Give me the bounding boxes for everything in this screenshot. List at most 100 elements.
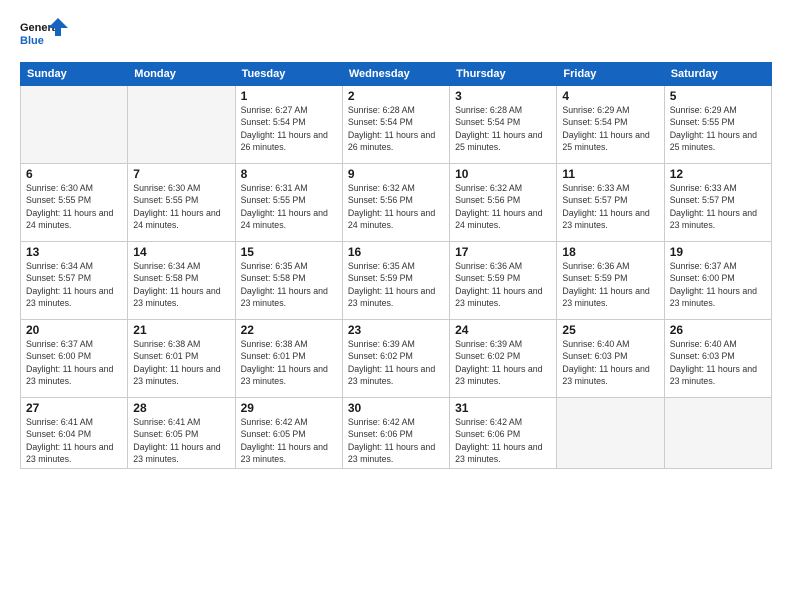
calendar-cell: 7 Sunrise: 6:30 AMSunset: 5:55 PMDayligh… (128, 164, 235, 242)
day-number: 21 (133, 323, 229, 337)
day-info: Sunrise: 6:41 AMSunset: 6:04 PMDaylight:… (26, 417, 113, 464)
calendar-cell (128, 86, 235, 164)
day-number: 24 (455, 323, 551, 337)
day-number: 18 (562, 245, 658, 259)
calendar-cell: 17 Sunrise: 6:36 AMSunset: 5:59 PMDaylig… (450, 242, 557, 320)
day-number: 29 (241, 401, 337, 415)
day-info: Sunrise: 6:41 AMSunset: 6:05 PMDaylight:… (133, 417, 220, 464)
header-wednesday: Wednesday (342, 63, 449, 86)
day-number: 4 (562, 89, 658, 103)
day-info: Sunrise: 6:32 AMSunset: 5:56 PMDaylight:… (348, 183, 435, 230)
day-info: Sunrise: 6:28 AMSunset: 5:54 PMDaylight:… (455, 105, 542, 152)
day-number: 7 (133, 167, 229, 181)
day-number: 14 (133, 245, 229, 259)
day-info: Sunrise: 6:33 AMSunset: 5:57 PMDaylight:… (562, 183, 649, 230)
calendar-cell: 1 Sunrise: 6:27 AMSunset: 5:54 PMDayligh… (235, 86, 342, 164)
day-info: Sunrise: 6:35 AMSunset: 5:58 PMDaylight:… (241, 261, 328, 308)
day-number: 22 (241, 323, 337, 337)
day-info: Sunrise: 6:39 AMSunset: 6:02 PMDaylight:… (348, 339, 435, 386)
day-number: 17 (455, 245, 551, 259)
day-number: 6 (26, 167, 122, 181)
calendar-cell: 29 Sunrise: 6:42 AMSunset: 6:05 PMDaylig… (235, 398, 342, 469)
calendar-cell: 16 Sunrise: 6:35 AMSunset: 5:59 PMDaylig… (342, 242, 449, 320)
day-info: Sunrise: 6:34 AMSunset: 5:57 PMDaylight:… (26, 261, 113, 308)
day-info: Sunrise: 6:29 AMSunset: 5:54 PMDaylight:… (562, 105, 649, 152)
day-number: 30 (348, 401, 444, 415)
day-number: 15 (241, 245, 337, 259)
svg-text:Blue: Blue (20, 35, 44, 47)
calendar-cell: 4 Sunrise: 6:29 AMSunset: 5:54 PMDayligh… (557, 86, 664, 164)
day-number: 8 (241, 167, 337, 181)
day-info: Sunrise: 6:36 AMSunset: 5:59 PMDaylight:… (455, 261, 542, 308)
calendar-cell: 8 Sunrise: 6:31 AMSunset: 5:55 PMDayligh… (235, 164, 342, 242)
calendar-cell: 23 Sunrise: 6:39 AMSunset: 6:02 PMDaylig… (342, 320, 449, 398)
day-info: Sunrise: 6:31 AMSunset: 5:55 PMDaylight:… (241, 183, 328, 230)
day-number: 1 (241, 89, 337, 103)
header-thursday: Thursday (450, 63, 557, 86)
day-info: Sunrise: 6:37 AMSunset: 6:00 PMDaylight:… (670, 261, 757, 308)
day-number: 20 (26, 323, 122, 337)
day-number: 31 (455, 401, 551, 415)
calendar-cell: 25 Sunrise: 6:40 AMSunset: 6:03 PMDaylig… (557, 320, 664, 398)
header-saturday: Saturday (664, 63, 771, 86)
day-number: 9 (348, 167, 444, 181)
day-info: Sunrise: 6:36 AMSunset: 5:59 PMDaylight:… (562, 261, 649, 308)
calendar-cell: 21 Sunrise: 6:38 AMSunset: 6:01 PMDaylig… (128, 320, 235, 398)
day-info: Sunrise: 6:27 AMSunset: 5:54 PMDaylight:… (241, 105, 328, 152)
calendar-cell: 5 Sunrise: 6:29 AMSunset: 5:55 PMDayligh… (664, 86, 771, 164)
calendar-cell: 20 Sunrise: 6:37 AMSunset: 6:00 PMDaylig… (21, 320, 128, 398)
calendar-cell: 9 Sunrise: 6:32 AMSunset: 5:56 PMDayligh… (342, 164, 449, 242)
day-info: Sunrise: 6:34 AMSunset: 5:58 PMDaylight:… (133, 261, 220, 308)
day-number: 11 (562, 167, 658, 181)
calendar-cell: 2 Sunrise: 6:28 AMSunset: 5:54 PMDayligh… (342, 86, 449, 164)
day-number: 25 (562, 323, 658, 337)
day-info: Sunrise: 6:39 AMSunset: 6:02 PMDaylight:… (455, 339, 542, 386)
day-number: 19 (670, 245, 766, 259)
header-friday: Friday (557, 63, 664, 86)
calendar-cell: 6 Sunrise: 6:30 AMSunset: 5:55 PMDayligh… (21, 164, 128, 242)
calendar-cell: 14 Sunrise: 6:34 AMSunset: 5:58 PMDaylig… (128, 242, 235, 320)
calendar-cell: 30 Sunrise: 6:42 AMSunset: 6:06 PMDaylig… (342, 398, 449, 469)
day-number: 3 (455, 89, 551, 103)
calendar-cell: 28 Sunrise: 6:41 AMSunset: 6:05 PMDaylig… (128, 398, 235, 469)
day-number: 13 (26, 245, 122, 259)
calendar-cell: 15 Sunrise: 6:35 AMSunset: 5:58 PMDaylig… (235, 242, 342, 320)
header-tuesday: Tuesday (235, 63, 342, 86)
day-number: 28 (133, 401, 229, 415)
day-info: Sunrise: 6:38 AMSunset: 6:01 PMDaylight:… (241, 339, 328, 386)
day-info: Sunrise: 6:30 AMSunset: 5:55 PMDaylight:… (133, 183, 220, 230)
calendar-cell: 27 Sunrise: 6:41 AMSunset: 6:04 PMDaylig… (21, 398, 128, 469)
day-number: 16 (348, 245, 444, 259)
calendar-cell: 3 Sunrise: 6:28 AMSunset: 5:54 PMDayligh… (450, 86, 557, 164)
header-sunday: Sunday (21, 63, 128, 86)
day-number: 26 (670, 323, 766, 337)
day-info: Sunrise: 6:30 AMSunset: 5:55 PMDaylight:… (26, 183, 113, 230)
calendar-cell: 24 Sunrise: 6:39 AMSunset: 6:02 PMDaylig… (450, 320, 557, 398)
day-info: Sunrise: 6:33 AMSunset: 5:57 PMDaylight:… (670, 183, 757, 230)
calendar-cell: 19 Sunrise: 6:37 AMSunset: 6:00 PMDaylig… (664, 242, 771, 320)
calendar-cell: 10 Sunrise: 6:32 AMSunset: 5:56 PMDaylig… (450, 164, 557, 242)
day-info: Sunrise: 6:35 AMSunset: 5:59 PMDaylight:… (348, 261, 435, 308)
day-info: Sunrise: 6:42 AMSunset: 6:06 PMDaylight:… (348, 417, 435, 464)
day-number: 23 (348, 323, 444, 337)
calendar-cell (557, 398, 664, 469)
day-number: 27 (26, 401, 122, 415)
day-info: Sunrise: 6:38 AMSunset: 6:01 PMDaylight:… (133, 339, 220, 386)
day-info: Sunrise: 6:40 AMSunset: 6:03 PMDaylight:… (670, 339, 757, 386)
day-info: Sunrise: 6:42 AMSunset: 6:05 PMDaylight:… (241, 417, 328, 464)
logo-svg: General Blue (20, 16, 70, 52)
calendar-cell (21, 86, 128, 164)
day-number: 12 (670, 167, 766, 181)
calendar-cell: 11 Sunrise: 6:33 AMSunset: 5:57 PMDaylig… (557, 164, 664, 242)
day-number: 10 (455, 167, 551, 181)
calendar-cell: 18 Sunrise: 6:36 AMSunset: 5:59 PMDaylig… (557, 242, 664, 320)
calendar-cell: 22 Sunrise: 6:38 AMSunset: 6:01 PMDaylig… (235, 320, 342, 398)
calendar-cell: 26 Sunrise: 6:40 AMSunset: 6:03 PMDaylig… (664, 320, 771, 398)
day-info: Sunrise: 6:29 AMSunset: 5:55 PMDaylight:… (670, 105, 757, 152)
day-info: Sunrise: 6:32 AMSunset: 5:56 PMDaylight:… (455, 183, 542, 230)
calendar-cell (664, 398, 771, 469)
day-info: Sunrise: 6:40 AMSunset: 6:03 PMDaylight:… (562, 339, 649, 386)
weekday-header-row: Sunday Monday Tuesday Wednesday Thursday… (21, 63, 772, 86)
day-number: 2 (348, 89, 444, 103)
header: General Blue (20, 16, 772, 52)
